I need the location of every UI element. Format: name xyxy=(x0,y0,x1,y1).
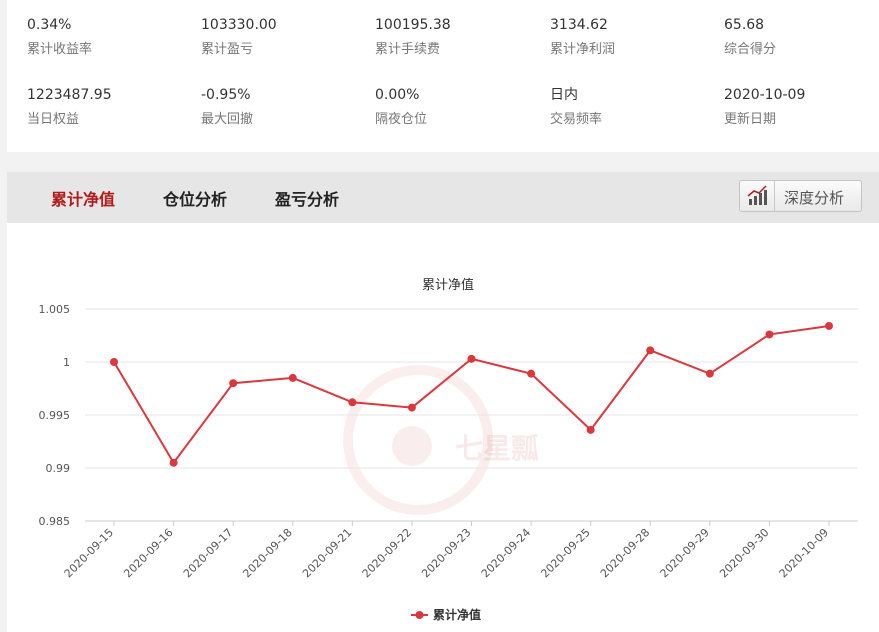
x-tick-label: 2020-10-09 xyxy=(777,526,831,580)
chart-title: 累计净值 xyxy=(422,277,474,293)
chart-panel: 七星瓢 0.985 0.99 0.995 1 1.005 2020-09-15 2020-09… xyxy=(7,223,879,632)
data-point xyxy=(348,398,357,407)
data-point xyxy=(110,358,118,366)
y-tick-label: 0.995 xyxy=(39,409,71,422)
x-tick-label: 2020-09-24 xyxy=(479,526,533,580)
data-point xyxy=(288,373,297,382)
data-point xyxy=(407,403,416,412)
data-point xyxy=(825,321,833,330)
data-point xyxy=(527,369,536,378)
x-tick-label: 2020-09-16 xyxy=(121,526,175,580)
data-point xyxy=(705,369,714,378)
data-point xyxy=(467,354,476,363)
x-tick-label: 2020-09-18 xyxy=(240,526,294,580)
x-tick-label: 2020-09-30 xyxy=(717,526,771,580)
data-point xyxy=(765,330,774,339)
data-point xyxy=(646,346,655,355)
y-tick-label: 1 xyxy=(63,356,70,369)
x-tick-label: 2020-09-15 xyxy=(62,526,116,580)
x-tick-label: 2020-09-25 xyxy=(538,526,592,580)
data-point xyxy=(229,379,238,388)
y-tick-label: 0.985 xyxy=(39,515,71,528)
x-tick-label: 2020-09-17 xyxy=(181,526,235,580)
legend-label: 累计净值 xyxy=(433,607,481,622)
data-point xyxy=(169,458,178,467)
x-tick-label: 2020-09-23 xyxy=(419,526,473,580)
legend-marker xyxy=(415,611,424,619)
x-tick-label: 2020-09-29 xyxy=(658,526,712,580)
x-tick-label: 2020-09-21 xyxy=(300,526,354,580)
nav-line-chart: 七星瓢0.9850.990.99511.0052020-09-15 2020-09… xyxy=(39,277,858,622)
y-tick-label: 0.99 xyxy=(46,462,71,475)
x-tick-label: 2020-09-28 xyxy=(598,526,652,580)
data-point xyxy=(586,425,595,434)
watermark-text: 七星瓢 xyxy=(455,432,539,465)
x-tick-label: 2020-09-22 xyxy=(360,526,414,580)
y-tick-label: 1.005 xyxy=(39,303,71,316)
